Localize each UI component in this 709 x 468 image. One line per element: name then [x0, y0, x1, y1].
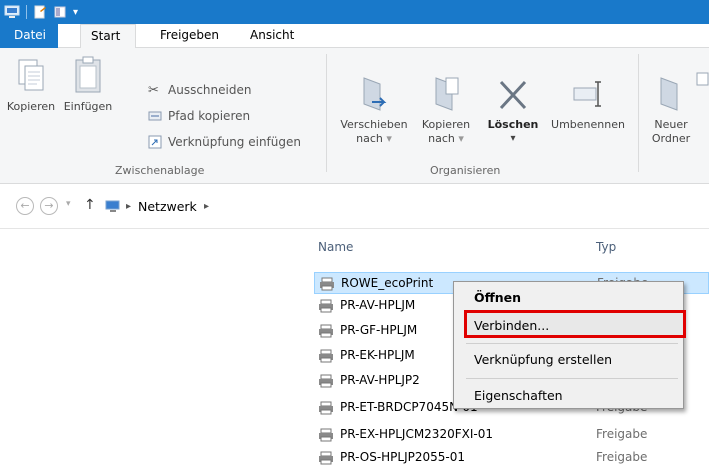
rename-button[interactable]: Umbenennen	[546, 74, 630, 132]
context-menu: Öffnen Verbinden... Verknüpfung erstelle…	[453, 281, 686, 409]
item-name: PR-AV-HPLJP2	[340, 373, 420, 387]
move-to-icon	[363, 77, 387, 111]
copy-button[interactable]: Kopieren	[4, 56, 58, 114]
scissors-icon: ✂	[148, 82, 159, 98]
recent-dropdown-icon[interactable]: ▾	[66, 199, 71, 209]
printer-icon	[319, 349, 333, 363]
move-to-label-line1: Verschieben	[340, 118, 408, 131]
delete-label: Löschen	[487, 118, 539, 131]
menu-item-properties[interactable]: Eigenschaften	[474, 384, 563, 408]
copy-icon	[18, 59, 44, 91]
printer-icon	[319, 401, 333, 415]
tab-file[interactable]: Datei	[0, 24, 58, 48]
tab-view[interactable]: Ansicht	[240, 24, 304, 48]
copy-to-label-line2: nach	[428, 132, 455, 145]
rename-label: Umbenennen	[551, 118, 625, 131]
move-to-button[interactable]: Verschieben nach ▾	[334, 74, 414, 146]
printer-icon	[319, 428, 333, 442]
paste-shortcut-label: Verknüpfung einfügen	[168, 135, 301, 149]
column-header-name[interactable]: Name	[318, 240, 353, 254]
network-location-icon	[105, 200, 120, 212]
back-arrow-icon: ←	[20, 199, 30, 212]
paste-button[interactable]: Einfügen	[60, 56, 116, 114]
forward-arrow-icon: →	[44, 199, 54, 212]
ribbon-tabs: Datei Start Freigeben Ansicht	[0, 24, 709, 49]
title-bar: ▾	[0, 0, 709, 24]
copy-to-label-line1: Kopieren	[421, 118, 471, 131]
new-folder-label-line1: Neuer	[654, 118, 688, 131]
item-name: ROWE_ecoPrint	[341, 276, 434, 290]
breadcrumb-separator-end[interactable]: ▸	[204, 197, 209, 217]
copy-to-dropdown-icon: ▾	[458, 132, 464, 145]
forward-button[interactable]: →	[40, 197, 58, 215]
item-type: Freigabe	[596, 427, 648, 441]
copy-path-button[interactable]: Pfad kopieren	[148, 106, 250, 126]
network-icon	[4, 5, 20, 18]
copy-to-icon	[435, 77, 459, 111]
printer-icon	[320, 277, 334, 291]
move-to-label-line2: nach	[356, 132, 383, 145]
cut-label: Ausschneiden	[168, 83, 252, 97]
move-to-dropdown-icon: ▾	[386, 132, 392, 145]
copy-path-icon	[148, 111, 162, 121]
new-folder-icon	[660, 77, 678, 111]
paste-icon	[75, 56, 101, 93]
menu-item-create-shortcut[interactable]: Verknüpfung erstellen	[474, 348, 612, 372]
ribbon: Kopieren Einfügen ✂ Ausschneiden Pfad ko…	[0, 48, 709, 184]
tab-share[interactable]: Freigeben	[150, 24, 229, 48]
menu-item-open[interactable]: Öffnen	[474, 286, 521, 310]
up-arrow-icon[interactable]: ↑	[84, 197, 96, 213]
delete-x-icon	[499, 80, 527, 110]
paste-label: Einfügen	[63, 100, 113, 113]
printer-icon	[319, 374, 333, 388]
list-item[interactable]: PR-OS-HPLJP2055-01 Freigabe	[314, 447, 709, 468]
back-button[interactable]: ←	[16, 197, 34, 215]
address-bar: ← → ▾ ↑ ▸ Netzwerk ▸	[0, 185, 709, 229]
properties-quick-icon[interactable]	[33, 5, 47, 19]
printer-icon	[319, 299, 333, 313]
printer-icon	[319, 324, 333, 338]
printer-icon	[319, 451, 333, 465]
group-divider	[326, 54, 327, 172]
copy-label: Kopieren	[6, 100, 56, 113]
tab-home[interactable]: Start	[80, 24, 136, 49]
clipboard-group-label: Zwischenablage	[115, 164, 205, 177]
item-name: PR-EX-HPLJCM2320FXI-01	[340, 427, 493, 441]
item-name: PR-OS-HPLJP2055-01	[340, 450, 466, 464]
item-name: PR-GF-HPLJM	[340, 323, 418, 337]
group-divider	[638, 54, 639, 172]
copy-to-button[interactable]: Kopieren nach ▾	[414, 74, 478, 146]
item-name: PR-AV-HPLJM	[340, 298, 416, 312]
delete-dropdown-icon: ▾	[510, 133, 516, 144]
cut-button[interactable]: ✂ Ausschneiden	[148, 80, 251, 100]
list-item[interactable]: PR-EX-HPLJCM2320FXI-01 Freigabe	[314, 424, 709, 446]
menu-divider	[466, 378, 678, 379]
item-type: Freigabe	[596, 450, 648, 464]
breadcrumb-separator[interactable]: ▸	[126, 197, 131, 217]
ribbon-extra-icon[interactable]	[696, 72, 709, 86]
item-name: PR-EK-HPLJM	[340, 348, 415, 362]
rename-icon	[573, 81, 601, 107]
shortcut-icon	[148, 135, 162, 149]
delete-button[interactable]: Löschen ▾	[482, 74, 544, 146]
copy-path-label: Pfad kopieren	[168, 109, 251, 123]
new-folder-label-line2: Ordner	[651, 132, 691, 145]
column-header-type[interactable]: Typ	[596, 240, 616, 254]
title-separator	[26, 5, 27, 19]
new-folder-button[interactable]: Neuer Ordner	[644, 74, 698, 146]
breadcrumb-network[interactable]: Netzwerk	[138, 197, 197, 217]
organize-group-label: Organisieren	[430, 164, 501, 177]
menu-divider	[466, 343, 678, 344]
menu-item-connect[interactable]: Verbinden...	[474, 314, 549, 338]
quick-access-dropdown-icon[interactable]: ▾	[73, 7, 78, 18]
paste-shortcut-button[interactable]: Verknüpfung einfügen	[148, 132, 301, 152]
new-folder-quick-icon[interactable]	[53, 5, 67, 19]
